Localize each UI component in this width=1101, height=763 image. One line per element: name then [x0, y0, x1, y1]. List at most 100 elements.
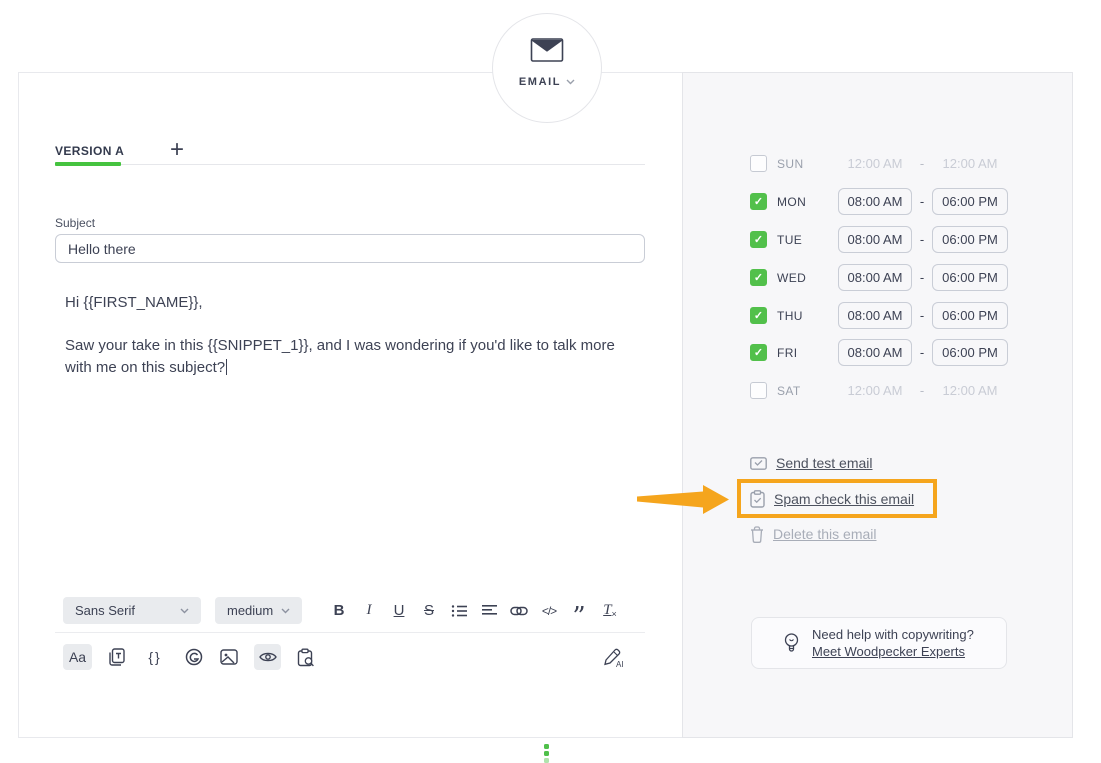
copywriting-help-box: Need help with copywriting? Meet Woodpec… [751, 617, 1007, 669]
schedule-row-fri: ✓ FRI 08:00 AM - 06:00 PM [750, 339, 1040, 366]
day-label-sun: SUN [777, 157, 821, 171]
version-tabs-bar [55, 138, 645, 165]
checkbox-tue[interactable]: ✓ [750, 231, 767, 248]
link-icon [510, 606, 528, 616]
check-icon: ✓ [754, 195, 763, 208]
time-dash: - [912, 156, 932, 171]
clipboard-search-icon [297, 648, 315, 667]
blockquote-button[interactable]: ” [566, 597, 592, 624]
end-time-wed[interactable]: 06:00 PM [932, 264, 1008, 291]
chevron-down-icon [566, 79, 575, 85]
body-paragraph-main: Saw your take in this {{SNIPPET_1}}, and… [65, 335, 640, 379]
spam-test-button[interactable] [294, 644, 318, 670]
bullet-list-button[interactable] [446, 597, 472, 624]
start-time-fri[interactable]: 08:00 AM [838, 339, 912, 366]
templates-button[interactable] [106, 644, 128, 670]
snippets-button[interactable]: {} [143, 644, 167, 670]
gif-button[interactable] [183, 644, 205, 670]
day-label-tue: TUE [777, 233, 821, 247]
end-time-thu[interactable]: 06:00 PM [932, 302, 1008, 329]
align-button[interactable] [476, 597, 502, 624]
svg-text:AI: AI [616, 660, 624, 668]
checkbox-sun[interactable] [750, 155, 767, 172]
checkbox-mon[interactable]: ✓ [750, 193, 767, 210]
tab-version-a[interactable]: VERSION A [55, 144, 124, 158]
email-editor-panel [18, 72, 682, 738]
font-family-dropdown[interactable]: Sans Serif [63, 597, 201, 624]
delete-email-link[interactable]: Delete this email [773, 526, 877, 542]
code-button[interactable]: </> [536, 597, 562, 624]
schedule-row-sun: SUN 12:00 AM - 12:00 AM [750, 150, 1040, 177]
toolbar-divider [55, 632, 645, 633]
gif-icon [185, 648, 203, 666]
check-icon: ✓ [754, 271, 763, 284]
strikethrough-button[interactable]: S [416, 597, 442, 624]
send-test-email-link[interactable]: Send test email [776, 455, 873, 471]
email-body-editor[interactable]: Hi {{FIRST_NAME}}, Saw your take in this… [65, 292, 640, 379]
time-dash: - [912, 270, 932, 285]
time-dash: - [912, 232, 932, 247]
image-icon [220, 649, 238, 665]
end-time-sat: 12:00 AM [932, 383, 1008, 398]
italic-button[interactable]: I [356, 597, 382, 624]
bold-button[interactable]: B [326, 597, 352, 624]
clipboard-check-icon [750, 490, 765, 508]
day-label-wed: WED [777, 271, 821, 285]
start-time-mon[interactable]: 08:00 AM [838, 188, 912, 215]
help-question-text: Need help with copywriting? [812, 626, 974, 643]
time-dash: - [912, 308, 932, 323]
end-time-tue[interactable]: 06:00 PM [932, 226, 1008, 253]
clear-format-sub: × [612, 609, 617, 619]
schedule-row-tue: ✓ TUE 08:00 AM - 06:00 PM [750, 226, 1040, 253]
clear-format-button[interactable]: T× [597, 597, 623, 624]
braces-icon: {} [148, 649, 161, 665]
end-time-mon[interactable]: 06:00 PM [932, 188, 1008, 215]
ai-pen-icon: AI [602, 646, 626, 668]
spam-check-row: Spam check this email [750, 486, 914, 512]
checkbox-fri[interactable]: ✓ [750, 344, 767, 361]
image-button[interactable] [218, 644, 240, 670]
day-label-mon: MON [777, 195, 821, 209]
clear-format-letter: T [603, 602, 611, 619]
add-version-button[interactable]: + [165, 139, 189, 163]
text-style-button[interactable]: Aa [63, 644, 92, 670]
bullet-list-icon [451, 604, 467, 618]
chevron-down-icon [281, 608, 290, 614]
connector-dot [544, 744, 549, 749]
meet-experts-link[interactable]: Meet Woodpecker Experts [812, 643, 974, 660]
ai-assistant-button[interactable]: AI [600, 644, 628, 670]
email-step-label[interactable]: EMAIL [492, 76, 602, 88]
eye-icon [259, 651, 277, 663]
align-left-icon [482, 604, 497, 618]
check-icon: ✓ [754, 346, 763, 359]
time-dash: - [912, 345, 932, 360]
underline-button[interactable]: U [386, 597, 412, 624]
font-family-value: Sans Serif [75, 603, 135, 618]
checkbox-wed[interactable]: ✓ [750, 269, 767, 286]
start-time-wed[interactable]: 08:00 AM [838, 264, 912, 291]
connector-dot [544, 751, 549, 756]
schedule-row-sat: SAT 12:00 AM - 12:00 AM [750, 377, 1040, 404]
chevron-down-icon [180, 608, 189, 614]
checkbox-sat[interactable] [750, 382, 767, 399]
email-step-text: EMAIL [519, 76, 561, 88]
preview-button[interactable] [254, 644, 281, 670]
envelope-icon [530, 37, 564, 63]
day-label-fri: FRI [777, 346, 821, 360]
send-test-email-row: Send test email [750, 450, 873, 476]
subject-input[interactable] [55, 234, 645, 263]
spam-check-link[interactable]: Spam check this email [774, 491, 914, 507]
font-size-value: medium [227, 603, 273, 618]
end-time-fri[interactable]: 06:00 PM [932, 339, 1008, 366]
link-button[interactable] [506, 597, 532, 624]
subject-label: Subject [55, 216, 95, 230]
font-size-dropdown[interactable]: medium [215, 597, 302, 624]
active-tab-underline [55, 162, 121, 166]
start-time-tue[interactable]: 08:00 AM [838, 226, 912, 253]
start-time-thu[interactable]: 08:00 AM [838, 302, 912, 329]
connector-dot [544, 758, 549, 763]
email-step-badge[interactable] [492, 13, 602, 123]
check-icon: ✓ [754, 309, 763, 322]
checkbox-thu[interactable]: ✓ [750, 307, 767, 324]
end-time-sun: 12:00 AM [932, 156, 1008, 171]
